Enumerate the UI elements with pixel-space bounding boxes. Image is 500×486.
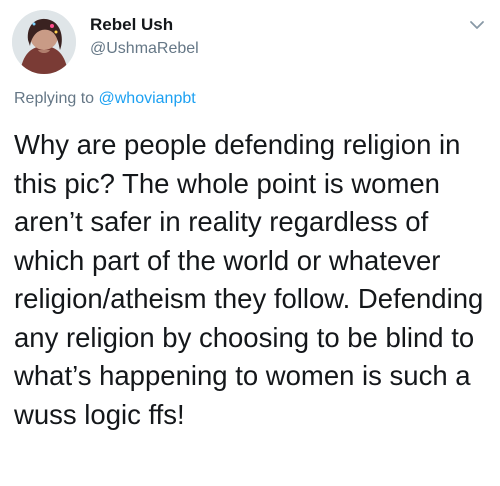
reply-context: Replying to @whovianpbt — [14, 88, 196, 110]
reply-prefix: Replying to — [14, 90, 99, 107]
avatar-image — [12, 10, 76, 74]
author-name[interactable]: Rebel Ush — [90, 14, 173, 36]
reply-mention-link[interactable]: @whovianpbt — [99, 90, 196, 107]
author-handle[interactable]: @UshmaRebel — [90, 38, 199, 60]
chevron-down-icon[interactable] — [468, 16, 486, 34]
tweet-text: Why are people defending religion in thi… — [14, 129, 484, 430]
tweet-card: Rebel Ush @UshmaRebel Replying to @whovi… — [0, 0, 500, 486]
avatar[interactable] — [12, 10, 76, 74]
